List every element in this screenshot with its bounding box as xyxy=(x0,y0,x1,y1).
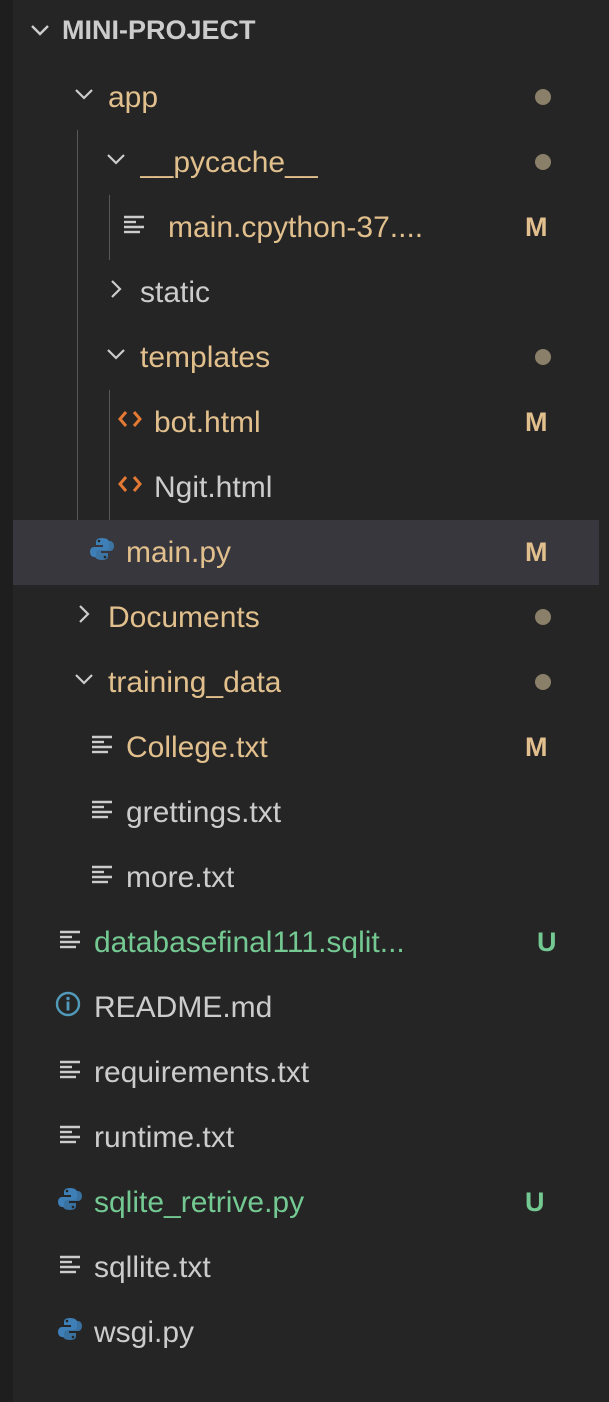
tree-item-main-cpython[interactable]: main.cpython-37.... M xyxy=(13,195,599,260)
python-icon xyxy=(56,1185,84,1213)
tree-item-college-txt[interactable]: College.txt M xyxy=(13,715,599,780)
dot-icon xyxy=(535,154,551,170)
git-status-badge: M xyxy=(525,407,548,437)
dot-icon xyxy=(535,89,551,105)
tree-item-label: sqlite_retrive.py xyxy=(94,1186,305,1219)
git-status-badge: U xyxy=(525,1187,545,1217)
info-icon xyxy=(54,990,82,1018)
tree-item-databasefinal[interactable]: databasefinal111.sqlit... U xyxy=(13,910,599,975)
tree-item-static[interactable]: static xyxy=(13,260,599,325)
lines-icon xyxy=(56,925,84,953)
git-status-badge: U xyxy=(537,927,557,957)
chevron-down-icon xyxy=(72,667,96,691)
chevron-down-icon xyxy=(104,342,128,366)
tree-item-label: Ngit.html xyxy=(154,471,273,504)
tree-item-grettings-txt[interactable]: grettings.txt xyxy=(13,780,599,845)
tree-item-documents[interactable]: Documents xyxy=(13,585,599,650)
tree-item-label: templates xyxy=(140,341,271,374)
tree-item-label: bot.html xyxy=(154,406,261,439)
tree-item-label: main.py xyxy=(126,536,232,569)
chevron-down-icon xyxy=(28,18,52,42)
git-status-badge: M xyxy=(525,537,548,567)
tree-item-label: main.cpython-37.... xyxy=(168,211,424,244)
tree-item-label: static xyxy=(140,276,211,309)
tree-item-label: __pycache__ xyxy=(140,146,319,179)
tree-item-label: training_data xyxy=(108,666,282,699)
tree-item-label: grettings.txt xyxy=(126,796,282,829)
tree-item-label: requirements.txt xyxy=(94,1056,310,1089)
tree-item-label: app xyxy=(108,81,159,114)
angle-brackets-icon xyxy=(116,470,144,498)
python-icon xyxy=(56,1315,84,1343)
dot-icon xyxy=(535,609,551,625)
tree-item-label: README.md xyxy=(94,991,273,1024)
lines-icon xyxy=(88,860,116,888)
lines-icon xyxy=(56,1250,84,1278)
angle-brackets-icon xyxy=(116,405,144,433)
explorer-section-header[interactable]: MINI-PROJECT xyxy=(13,0,599,65)
dot-icon xyxy=(535,674,551,690)
tree-item-bot-html[interactable]: bot.html M xyxy=(13,390,599,455)
tree-item-label: sqllite.txt xyxy=(94,1251,211,1284)
activity-bar-edge xyxy=(0,0,13,1402)
tree-item-more-txt[interactable]: more.txt xyxy=(13,845,599,910)
tree-item-sqlite-retrive[interactable]: sqlite_retrive.py U xyxy=(13,1170,599,1235)
chevron-down-icon xyxy=(104,147,128,171)
file-explorer: MINI-PROJECT app __pycache__ main.cpytho… xyxy=(0,0,609,1402)
tree-item-label: Documents xyxy=(108,601,260,634)
tree-item-label: College.txt xyxy=(126,731,268,764)
lines-icon xyxy=(120,210,148,238)
lines-icon xyxy=(88,795,116,823)
tree-item-label: more.txt xyxy=(126,861,235,894)
git-status-badge: M xyxy=(525,732,548,762)
tree-item-templates[interactable]: templates xyxy=(13,325,599,390)
tree-item-runtime[interactable]: runtime.txt xyxy=(13,1105,599,1170)
tree-item-readme[interactable]: README.md xyxy=(13,975,599,1040)
tree-item-training-data[interactable]: training_data xyxy=(13,650,599,715)
tree-item-sqllite-txt[interactable]: sqllite.txt xyxy=(13,1235,599,1300)
tree-item-main-py[interactable]: main.py M xyxy=(13,520,599,585)
chevron-down-icon xyxy=(72,82,96,106)
tree-item-label: databasefinal111.sqlit... xyxy=(94,926,405,959)
lines-icon xyxy=(56,1120,84,1148)
tree-item-label: wsgi.py xyxy=(94,1316,195,1349)
lines-icon xyxy=(88,730,116,758)
project-root-label: MINI-PROJECT xyxy=(62,15,256,45)
tree-item-label: runtime.txt xyxy=(94,1121,235,1154)
dot-icon xyxy=(535,349,551,365)
lines-icon xyxy=(56,1055,84,1083)
chevron-right-icon xyxy=(104,277,128,301)
python-icon xyxy=(88,535,116,563)
tree-item-app[interactable]: app xyxy=(13,65,599,130)
chevron-right-icon xyxy=(72,602,96,626)
tree-item-requirements[interactable]: requirements.txt xyxy=(13,1040,599,1105)
tree-item-pycache[interactable]: __pycache__ xyxy=(13,130,599,195)
tree-item-wsgi-py[interactable]: wsgi.py xyxy=(13,1300,599,1365)
tree-item-ngit-html[interactable]: Ngit.html xyxy=(13,455,599,520)
git-status-badge: M xyxy=(525,212,548,242)
